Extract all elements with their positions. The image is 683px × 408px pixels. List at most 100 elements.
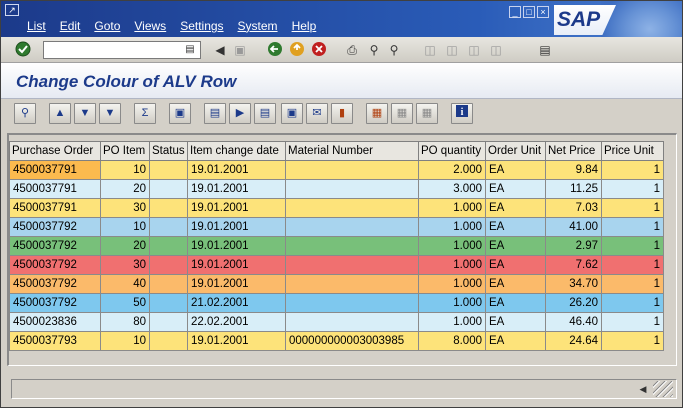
cell-order-unit[interactable]: EA — [485, 255, 546, 275]
cell-price-unit[interactable]: 1 — [601, 312, 664, 332]
menu-goto[interactable]: Goto — [94, 19, 120, 33]
cell-price-unit[interactable]: 1 — [601, 198, 664, 218]
cell-po-item[interactable]: 10 — [100, 160, 150, 180]
word-processing-icon[interactable]: ▤ — [254, 103, 276, 124]
save-layout-icon[interactable]: ▦ — [416, 103, 438, 124]
print-preview-icon[interactable]: ▤ — [204, 103, 226, 124]
cell-material-number[interactable] — [285, 274, 419, 294]
cell-material-number[interactable] — [285, 198, 419, 218]
layout-icon[interactable]: ▤ — [536, 41, 554, 59]
find-icon[interactable]: ⚲ — [365, 41, 383, 59]
system-menu-icon[interactable]: ↗ — [5, 4, 19, 16]
cell-order-unit[interactable]: EA — [485, 293, 546, 313]
change-layout-icon[interactable]: ▦ — [366, 103, 388, 124]
cell-order-unit[interactable]: EA — [485, 217, 546, 237]
column-header-po-item[interactable]: PO Item — [100, 141, 150, 161]
cell-net-price[interactable]: 11.25 — [545, 179, 602, 199]
cell-po-quantity[interactable]: 1.000 — [418, 293, 486, 313]
sort-descending-icon[interactable]: ▼ — [74, 103, 96, 124]
cell-material-number[interactable] — [285, 179, 419, 199]
cell-po-quantity[interactable]: 1.000 — [418, 274, 486, 294]
cell-status[interactable] — [149, 236, 188, 256]
cell-purchase-order[interactable]: 4500037792 — [9, 217, 101, 237]
cell-purchase-order[interactable]: 4500037792 — [9, 236, 101, 256]
cell-po-quantity[interactable]: 3.000 — [418, 179, 486, 199]
cell-po-quantity[interactable]: 1.000 — [418, 236, 486, 256]
exit-icon[interactable] — [288, 41, 306, 59]
back-icon[interactable] — [266, 41, 284, 59]
cell-po-item[interactable]: 10 — [100, 331, 150, 351]
resize-grip-icon[interactable] — [653, 381, 673, 397]
cell-status[interactable] — [149, 255, 188, 275]
column-header-po-quantity[interactable]: PO quantity — [418, 141, 486, 161]
cell-material-number[interactable]: 000000000003003985 — [285, 331, 419, 351]
next-page-icon[interactable]: ◫ — [465, 41, 483, 59]
cell-purchase-order[interactable]: 4500037791 — [9, 160, 101, 180]
cell-status[interactable] — [149, 293, 188, 313]
last-page-icon[interactable]: ◫ — [487, 41, 505, 59]
command-field[interactable] — [43, 41, 201, 59]
table-row[interactable]: 4500037792 40 19.01.2001 1.000 EA 34.70 1 — [9, 274, 664, 294]
column-header-item-change-date[interactable]: Item change date — [187, 141, 286, 161]
cell-po-quantity[interactable]: 1.000 — [418, 255, 486, 275]
menu-help[interactable]: Help — [292, 19, 317, 33]
cell-item-change-date[interactable]: 19.01.2001 — [187, 198, 286, 218]
cell-net-price[interactable]: 34.70 — [545, 274, 602, 294]
filter-icon[interactable]: ▼ — [99, 103, 121, 124]
table-row[interactable]: 4500023836 80 22.02.2001 1.000 EA 46.40 1 — [9, 312, 664, 332]
status-arrow-icon[interactable]: ◀ — [637, 382, 649, 396]
cell-price-unit[interactable]: 1 — [601, 236, 664, 256]
menu-edit[interactable]: Edit — [60, 19, 81, 33]
cell-material-number[interactable] — [285, 293, 419, 313]
information-icon[interactable]: i — [451, 103, 473, 124]
menu-views[interactable]: Views — [134, 19, 166, 33]
cell-item-change-date[interactable]: 19.01.2001 — [187, 331, 286, 351]
cell-po-item[interactable]: 30 — [100, 255, 150, 275]
table-row[interactable]: 4500037792 30 19.01.2001 1.000 EA 7.62 1 — [9, 255, 664, 275]
cell-po-item[interactable]: 40 — [100, 274, 150, 294]
cell-order-unit[interactable]: EA — [485, 331, 546, 351]
table-row[interactable]: 4500037791 20 19.01.2001 3.000 EA 11.25 1 — [9, 179, 664, 199]
cell-order-unit[interactable]: EA — [485, 312, 546, 332]
maximize-icon[interactable]: □ — [523, 6, 535, 18]
cell-status[interactable] — [149, 312, 188, 332]
cell-net-price[interactable]: 26.20 — [545, 293, 602, 313]
column-header-status[interactable]: Status — [149, 141, 188, 161]
back-arrow-icon[interactable]: ◀ — [211, 41, 229, 59]
close-icon[interactable]: × — [537, 6, 549, 18]
cell-net-price[interactable]: 24.64 — [545, 331, 602, 351]
enter-icon[interactable] — [14, 41, 32, 59]
cell-price-unit[interactable]: 1 — [601, 331, 664, 351]
cell-net-price[interactable]: 7.03 — [545, 198, 602, 218]
cell-item-change-date[interactable]: 19.01.2001 — [187, 217, 286, 237]
cell-purchase-order[interactable]: 4500037791 — [9, 198, 101, 218]
cell-po-quantity[interactable]: 1.000 — [418, 217, 486, 237]
cell-purchase-order[interactable]: 4500023836 — [9, 312, 101, 332]
cell-material-number[interactable] — [285, 160, 419, 180]
cell-net-price[interactable]: 2.97 — [545, 236, 602, 256]
cell-purchase-order[interactable]: 4500037792 — [9, 293, 101, 313]
cell-price-unit[interactable]: 1 — [601, 160, 664, 180]
cell-item-change-date[interactable]: 19.01.2001 — [187, 236, 286, 256]
cell-item-change-date[interactable]: 19.01.2001 — [187, 160, 286, 180]
cell-net-price[interactable]: 7.62 — [545, 255, 602, 275]
cell-purchase-order[interactable]: 4500037792 — [9, 274, 101, 294]
cell-order-unit[interactable]: EA — [485, 274, 546, 294]
cell-po-item[interactable]: 20 — [100, 236, 150, 256]
column-header-purchase-order[interactable]: Purchase Order — [9, 141, 101, 161]
table-row[interactable]: 4500037791 10 19.01.2001 2.000 EA 9.84 1 — [9, 160, 664, 180]
cell-status[interactable] — [149, 217, 188, 237]
menu-settings[interactable]: Settings — [180, 19, 223, 33]
cell-status[interactable] — [149, 198, 188, 218]
cell-order-unit[interactable]: EA — [485, 179, 546, 199]
sort-ascending-icon[interactable]: ▲ — [49, 103, 71, 124]
cell-po-item[interactable]: 20 — [100, 179, 150, 199]
print-icon[interactable]: ⎙ — [343, 41, 361, 59]
cell-status[interactable] — [149, 179, 188, 199]
cell-po-quantity[interactable]: 2.000 — [418, 160, 486, 180]
cell-po-quantity[interactable]: 1.000 — [418, 198, 486, 218]
cell-item-change-date[interactable]: 22.02.2001 — [187, 312, 286, 332]
local-file-icon[interactable]: ▣ — [281, 103, 303, 124]
graphic-icon[interactable]: ▮ — [331, 103, 353, 124]
cell-price-unit[interactable]: 1 — [601, 179, 664, 199]
